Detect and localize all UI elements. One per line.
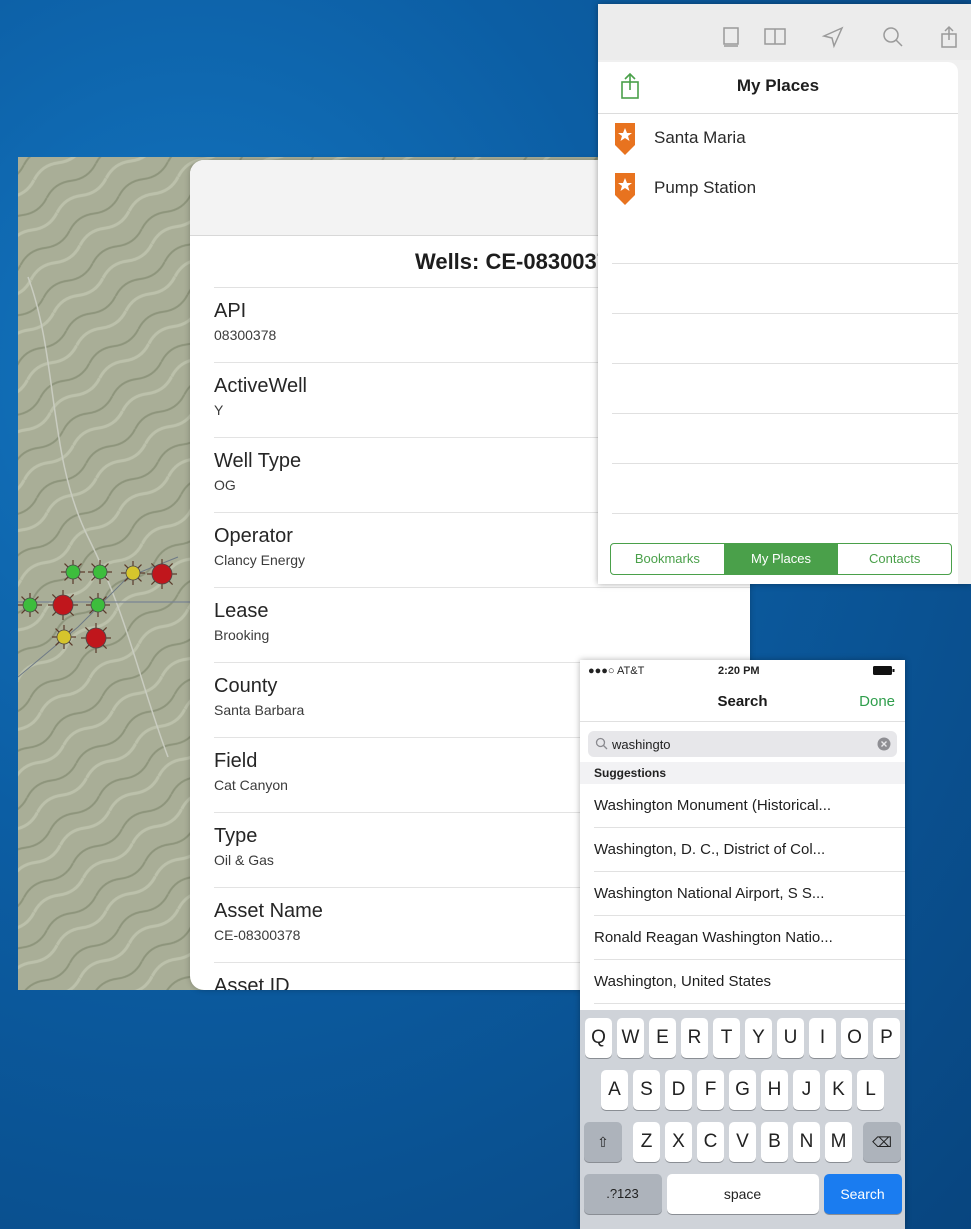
well-marker[interactable] [88, 560, 112, 584]
empty-row [612, 464, 958, 514]
star-pin-icon [615, 173, 635, 205]
status-bar: ●●●○ AT&T 2:20 PM [580, 660, 905, 682]
empty-row [612, 264, 958, 314]
top-toolbar [598, 4, 971, 60]
key-p[interactable]: P [873, 1018, 900, 1058]
key-z[interactable]: Z [633, 1122, 660, 1162]
star-pin-icon [615, 123, 635, 155]
place-name: Santa Maria [654, 128, 746, 147]
keyboard-row: .?123 space Search [580, 1174, 905, 1214]
well-marker[interactable] [48, 590, 78, 620]
key-g[interactable]: G [729, 1070, 756, 1110]
key-w[interactable]: W [617, 1018, 644, 1058]
suggestion-item[interactable]: Washington, D. C., District of Col... [594, 828, 905, 872]
keyboard-row: ASDFGHJKL [580, 1070, 905, 1110]
field-label: Lease [214, 600, 269, 622]
nav-bar: Search Done [580, 682, 905, 722]
well-marker[interactable] [61, 560, 85, 584]
search-icon[interactable] [880, 24, 906, 50]
place-name: Pump Station [654, 178, 757, 197]
space-key[interactable]: space [666, 1174, 819, 1214]
key-t[interactable]: T [713, 1018, 740, 1058]
key-i[interactable]: I [809, 1018, 836, 1058]
carrier-label: ●●●○ AT&T [588, 665, 645, 677]
well-marker[interactable] [81, 623, 111, 653]
suggestion-item[interactable]: Ronald Reagan Washington Natio... [594, 916, 905, 960]
empty-row [612, 314, 958, 364]
empty-row [612, 214, 958, 264]
key-e[interactable]: E [649, 1018, 676, 1058]
key-x[interactable]: X [665, 1122, 692, 1162]
key-o[interactable]: O [841, 1018, 868, 1058]
tab-contacts[interactable]: Contacts [837, 544, 951, 574]
keyboard-letters: ZXCVBNM [631, 1122, 855, 1162]
empty-row [612, 414, 958, 464]
field-value: Brooking [214, 627, 270, 643]
suggestion-item[interactable]: Washington Monument (Historical... [594, 784, 905, 828]
key-a[interactable]: A [601, 1070, 628, 1110]
place-item[interactable]: Santa Maria [598, 114, 958, 164]
numbers-key[interactable]: .?123 [583, 1174, 662, 1214]
search-bar [580, 722, 905, 762]
keyboard: QWERTYUIOP ASDFGHJKL ⇧ ZXCVBNM ⌫ .?123 s… [580, 1010, 905, 1229]
places-popover: My Places Santa Maria Pump Station Bookm… [598, 62, 958, 584]
key-c[interactable]: C [697, 1122, 724, 1162]
key-b[interactable]: B [761, 1122, 788, 1162]
clock-label: 2:20 PM [718, 665, 760, 677]
key-h[interactable]: H [761, 1070, 788, 1110]
suggestion-item[interactable]: Washington, United States [594, 960, 905, 1004]
key-n[interactable]: N [793, 1122, 820, 1162]
well-marker[interactable] [86, 593, 110, 617]
search-icon [595, 737, 608, 750]
key-q[interactable]: Q [585, 1018, 612, 1058]
key-r[interactable]: R [681, 1018, 708, 1058]
popup-field-row: Lease Brooking [214, 588, 750, 663]
key-k[interactable]: K [825, 1070, 852, 1110]
map-book-icon[interactable] [762, 24, 788, 50]
phone-search-screen: ●●●○ AT&T 2:20 PM Search Done Suggestion… [580, 660, 905, 1229]
well-marker[interactable] [147, 559, 177, 589]
key-v[interactable]: V [729, 1122, 756, 1162]
shift-key[interactable]: ⇧ [584, 1122, 622, 1162]
wells-layer [18, 559, 177, 653]
nav-title: Search [717, 693, 768, 710]
well-marker[interactable] [18, 593, 42, 617]
key-f[interactable]: F [697, 1070, 724, 1110]
places-segmented-control: Bookmarks My Places Contacts [610, 543, 952, 575]
keyboard-row: ⇧ ZXCVBNM ⌫ [580, 1122, 905, 1162]
search-key[interactable]: Search [823, 1174, 902, 1214]
keyboard-row: QWERTYUIOP [580, 1018, 905, 1058]
places-header: My Places [598, 62, 958, 114]
key-l[interactable]: L [857, 1070, 884, 1110]
well-marker[interactable] [52, 625, 76, 649]
my-places-panel: My Places Santa Maria Pump Station Bookm… [598, 4, 971, 584]
key-y[interactable]: Y [745, 1018, 772, 1058]
location-arrow-icon[interactable] [820, 24, 846, 50]
clear-icon[interactable] [877, 737, 891, 751]
key-s[interactable]: S [633, 1070, 660, 1110]
well-marker[interactable] [121, 561, 145, 585]
empty-row [612, 364, 958, 414]
places-title: My Places [736, 76, 820, 95]
battery-icon [873, 666, 895, 675]
bookmark-icon[interactable] [718, 24, 744, 50]
key-m[interactable]: M [825, 1122, 852, 1162]
tab-my-places[interactable]: My Places [723, 544, 838, 574]
done-button[interactable]: Done [859, 693, 895, 710]
suggestion-item[interactable]: Washington National Airport, S S... [594, 872, 905, 916]
delete-key[interactable]: ⌫ [863, 1122, 901, 1162]
key-j[interactable]: J [793, 1070, 820, 1110]
key-u[interactable]: U [777, 1018, 804, 1058]
search-input[interactable] [612, 734, 862, 754]
search-box[interactable] [588, 731, 897, 757]
place-item[interactable]: Pump Station [598, 164, 958, 214]
suggestions-header: Suggestions [580, 762, 905, 784]
tab-bookmarks[interactable]: Bookmarks [611, 544, 724, 574]
share-icon[interactable] [936, 24, 962, 50]
key-d[interactable]: D [665, 1070, 692, 1110]
